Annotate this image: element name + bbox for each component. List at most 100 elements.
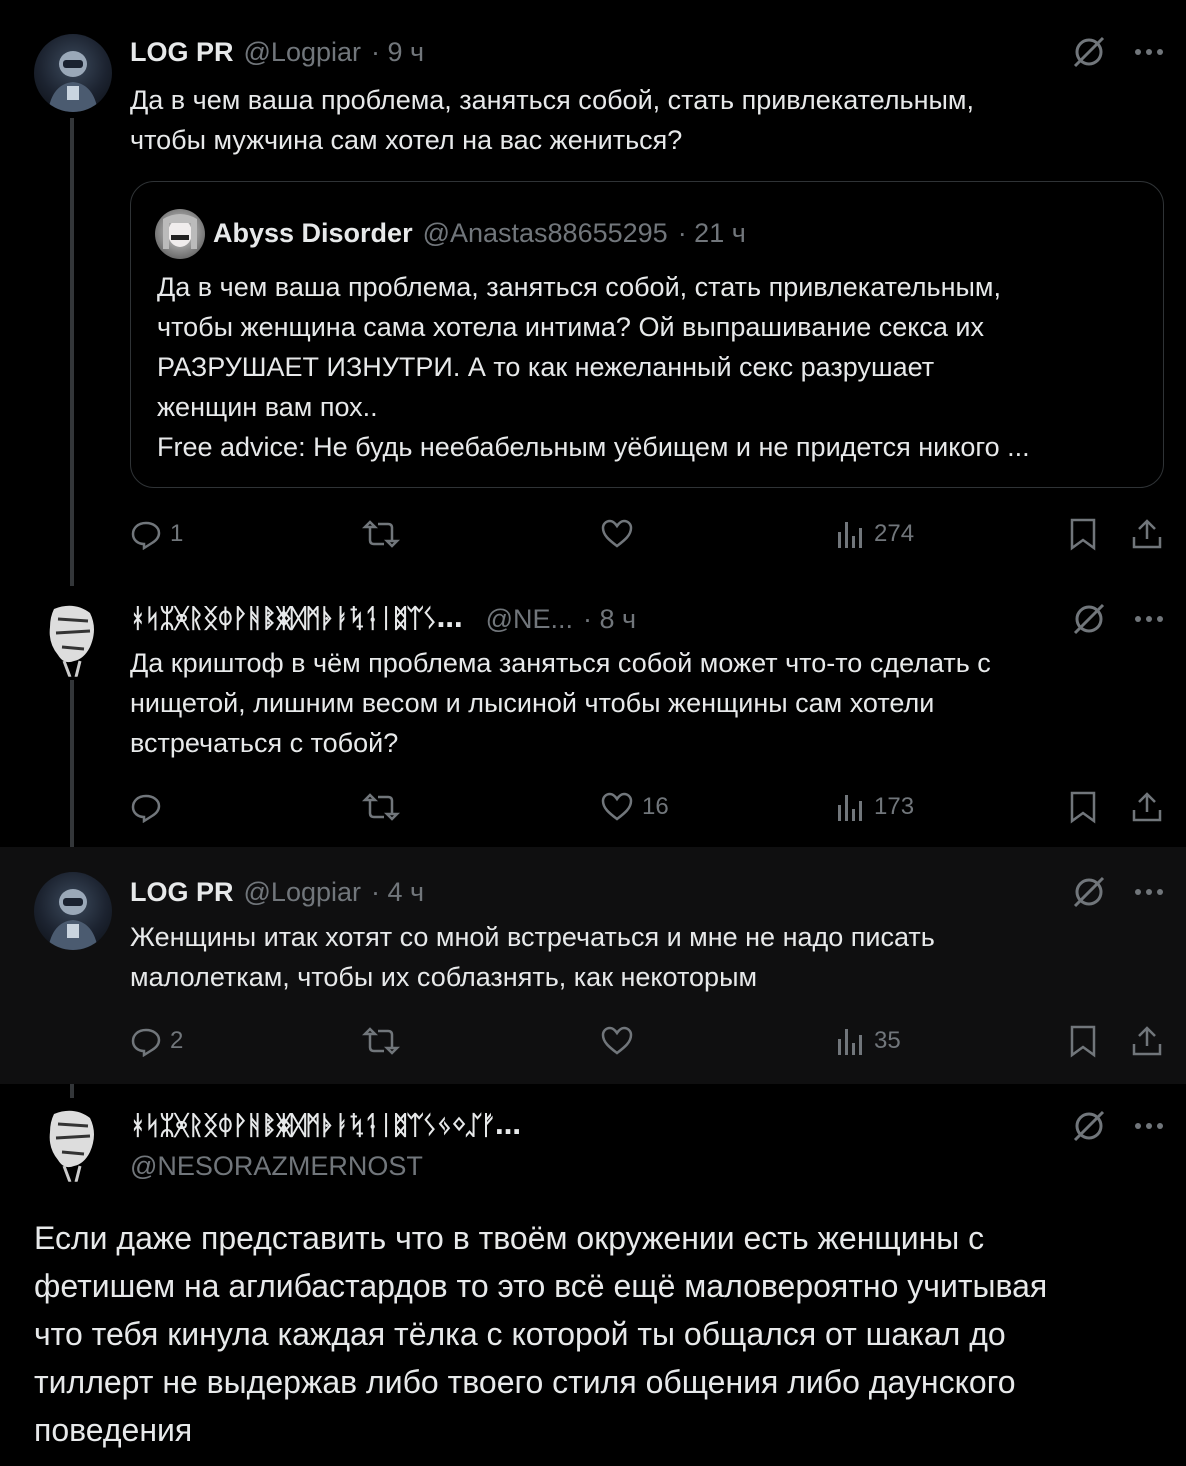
grok-icon[interactable] bbox=[1070, 873, 1108, 911]
tweet-4-main[interactable]: ᚼᛋᛯᚸᚱᛝᛰᚹᚻᛔᛤᛞᛗᚧᛓᛪᛑᛁᛥᛠᛊᛃᛜᛢᚠ… @NESORAZMERNO… bbox=[0, 1084, 1186, 1466]
avatar[interactable] bbox=[34, 872, 112, 950]
more-icon[interactable] bbox=[1134, 1121, 1164, 1131]
tweet-3[interactable]: LOG PR @Logpiar · 4 ч Женщины итак хотят… bbox=[0, 847, 1186, 1084]
reply-button[interactable] bbox=[130, 787, 170, 827]
views-button[interactable]: 173 bbox=[836, 787, 914, 827]
author-name[interactable]: LOG PR bbox=[130, 877, 234, 908]
views-count: 274 bbox=[874, 520, 915, 547]
repost-icon bbox=[362, 1027, 400, 1055]
grok-icon[interactable] bbox=[1070, 33, 1108, 71]
text-line: чтобы мужчина сам хотел на вас жениться? bbox=[130, 125, 683, 155]
like-button[interactable] bbox=[600, 514, 642, 554]
text-line: Если даже представить что в твоём окруже… bbox=[34, 1220, 985, 1256]
text-line: Free advice: Не будь неебабельным уёбище… bbox=[157, 432, 1030, 462]
tweet-top-actions bbox=[1070, 32, 1164, 72]
author-name[interactable]: ᚼᛋᛯᚸᚱᛝᛰᚹᚻᛔᛤᛞᛗᚧᛓᛪᛑᛁᛥᛠᛊᛃᛜᛢᚠ… bbox=[130, 1111, 521, 1141]
heart-icon bbox=[601, 792, 633, 821]
views-button[interactable]: 274 bbox=[836, 514, 914, 554]
tweet-header: LOG PR @Logpiar · 4 ч bbox=[130, 872, 424, 912]
reply-count: 2 bbox=[170, 1027, 184, 1054]
bookmark-button[interactable] bbox=[1068, 514, 1098, 554]
grok-icon[interactable] bbox=[1070, 1107, 1108, 1145]
views-count: 35 bbox=[874, 1027, 901, 1054]
tweet-actions: 2 35 bbox=[130, 1021, 1166, 1061]
author-handle[interactable]: @NE... bbox=[486, 604, 573, 635]
quote-avatar-image bbox=[163, 214, 197, 249]
views-count: 173 bbox=[874, 793, 915, 820]
repost-button[interactable] bbox=[362, 514, 408, 554]
tweet-time[interactable]: · 4 ч bbox=[371, 877, 424, 908]
author-handle[interactable]: @Logpiar bbox=[244, 37, 361, 68]
author-name[interactable]: ᚼᛋᛯᚸᚱᛝᛰᚹᚻᛔᛤᛞᛗᚧᛓᛪᛑᛁᛥᛠᛊ… bbox=[130, 604, 463, 634]
tweet-text: Женщины итак хотят со мной встречаться и… bbox=[130, 917, 1140, 997]
tweet-header: LOG PR @Logpiar · 9 ч bbox=[130, 32, 424, 72]
reply-button[interactable]: 2 bbox=[130, 1021, 183, 1061]
tweet-actions: 1 274 bbox=[130, 514, 1166, 554]
tweet-top-actions bbox=[1070, 872, 1164, 912]
tweet-header: ᚼᛋᛯᚸᚱᛝᛰᚹᚻᛔᛤᛞᛗᚧᛓᛪᛑᛁᛥᛠᛊ… @NE... · 8 ч bbox=[130, 599, 636, 639]
text-line: тиллерт не выдержав либо твоего стиля об… bbox=[34, 1364, 1016, 1400]
reply-icon bbox=[131, 521, 161, 550]
share-button[interactable] bbox=[1130, 787, 1164, 827]
quote-text: Да в чем ваша проблема, заняться собой, … bbox=[157, 267, 1147, 467]
repost-icon bbox=[362, 793, 400, 821]
repost-button[interactable] bbox=[362, 1021, 408, 1061]
bookmark-icon bbox=[1070, 518, 1096, 551]
text-line: Да криштоф в чём проблема заняться собой… bbox=[130, 648, 991, 678]
share-button[interactable] bbox=[1130, 1021, 1164, 1061]
more-icon[interactable] bbox=[1134, 887, 1164, 897]
quote-time[interactable]: · 21 ч bbox=[678, 218, 746, 249]
text-line: Да в чем ваша проблема, заняться собой, … bbox=[157, 272, 1002, 302]
like-button[interactable] bbox=[600, 1021, 642, 1061]
bookmark-button[interactable] bbox=[1068, 1021, 1098, 1061]
tweet-time[interactable]: · 9 ч bbox=[371, 37, 424, 68]
author-handle[interactable]: @Logpiar bbox=[244, 877, 361, 908]
sketch-avatar-image bbox=[49, 605, 94, 677]
like-count: 16 bbox=[642, 793, 669, 820]
reply-icon bbox=[131, 1028, 161, 1057]
share-button[interactable] bbox=[1130, 514, 1164, 554]
tweet-actions: 16 173 bbox=[130, 787, 1166, 827]
tweet-header: ᚼᛋᛯᚸᚱᛝᛰᚹᚻᛔᛤᛞᛗᚧᛓᛪᛑᛁᛥᛠᛊᛃᛜᛢᚠ… bbox=[130, 1106, 521, 1146]
text-line: малолеткам, чтобы их соблазнять, как нек… bbox=[130, 962, 758, 992]
author-name[interactable]: LOG PR bbox=[130, 37, 234, 68]
tweet-2[interactable]: ᚼᛋᛯᚸᚱᛝᛰᚹᚻᛔᛤᛞᛗᚧᛓᛪᛑᛁᛥᛠᛊ… @NE... · 8 ч Да к… bbox=[0, 575, 1186, 847]
tweet-time[interactable]: · 8 ч bbox=[583, 604, 636, 635]
avatar[interactable] bbox=[34, 1104, 112, 1182]
views-icon bbox=[838, 522, 862, 548]
quote-author-handle[interactable]: @Anastas88655295 bbox=[423, 218, 668, 249]
bookmark-button[interactable] bbox=[1068, 787, 1098, 827]
like-button[interactable]: 16 bbox=[600, 787, 669, 827]
author-handle[interactable]: @NESORAZMERNOST bbox=[130, 1146, 423, 1186]
tweet-text: Если даже представить что в твоём окруже… bbox=[34, 1214, 1144, 1454]
quote-author-name[interactable]: Abyss Disorder bbox=[213, 218, 413, 249]
repost-button[interactable] bbox=[362, 787, 408, 827]
share-icon bbox=[1132, 1026, 1162, 1056]
astronaut-avatar-image bbox=[48, 889, 98, 950]
more-icon[interactable] bbox=[1134, 614, 1164, 624]
share-icon bbox=[1132, 519, 1162, 549]
text-line: РАЗРУШАЕТ ИЗНУТРИ. А то как нежеланный с… bbox=[157, 352, 935, 382]
views-button[interactable]: 35 bbox=[836, 1021, 901, 1061]
tweet-text: Да криштоф в чём проблема заняться собой… bbox=[130, 643, 1140, 763]
heart-icon bbox=[601, 1026, 633, 1055]
text-line: что тебя кинула каждая тёлка с которой т… bbox=[34, 1316, 1006, 1352]
text-line: нищетой, лишним весом и лысиной чтобы же… bbox=[130, 688, 935, 718]
reply-button[interactable]: 1 bbox=[130, 514, 183, 554]
tweet-1[interactable]: LOG PR @Logpiar · 9 ч Да в чем ваша проб… bbox=[0, 0, 1186, 575]
avatar[interactable] bbox=[34, 599, 112, 677]
tweet-top-actions bbox=[1070, 599, 1164, 639]
quote-header: Abyss Disorder @Anastas88655295 · 21 ч bbox=[213, 213, 746, 253]
heart-icon bbox=[601, 519, 633, 548]
quoted-tweet[interactable]: Abyss Disorder @Anastas88655295 · 21 ч Д… bbox=[130, 181, 1164, 488]
more-icon[interactable] bbox=[1134, 47, 1164, 57]
text-line: женщин вам пох.. bbox=[157, 392, 378, 422]
tweet-text: Да в чем ваша проблема, заняться собой, … bbox=[130, 80, 1140, 160]
avatar[interactable] bbox=[34, 34, 112, 112]
grok-icon[interactable] bbox=[1070, 600, 1108, 638]
reply-count: 1 bbox=[170, 520, 184, 547]
tweet-top-actions bbox=[1070, 1106, 1164, 1146]
quote-avatar[interactable] bbox=[155, 209, 205, 259]
astronaut-avatar-image bbox=[48, 51, 98, 112]
share-icon bbox=[1132, 792, 1162, 822]
